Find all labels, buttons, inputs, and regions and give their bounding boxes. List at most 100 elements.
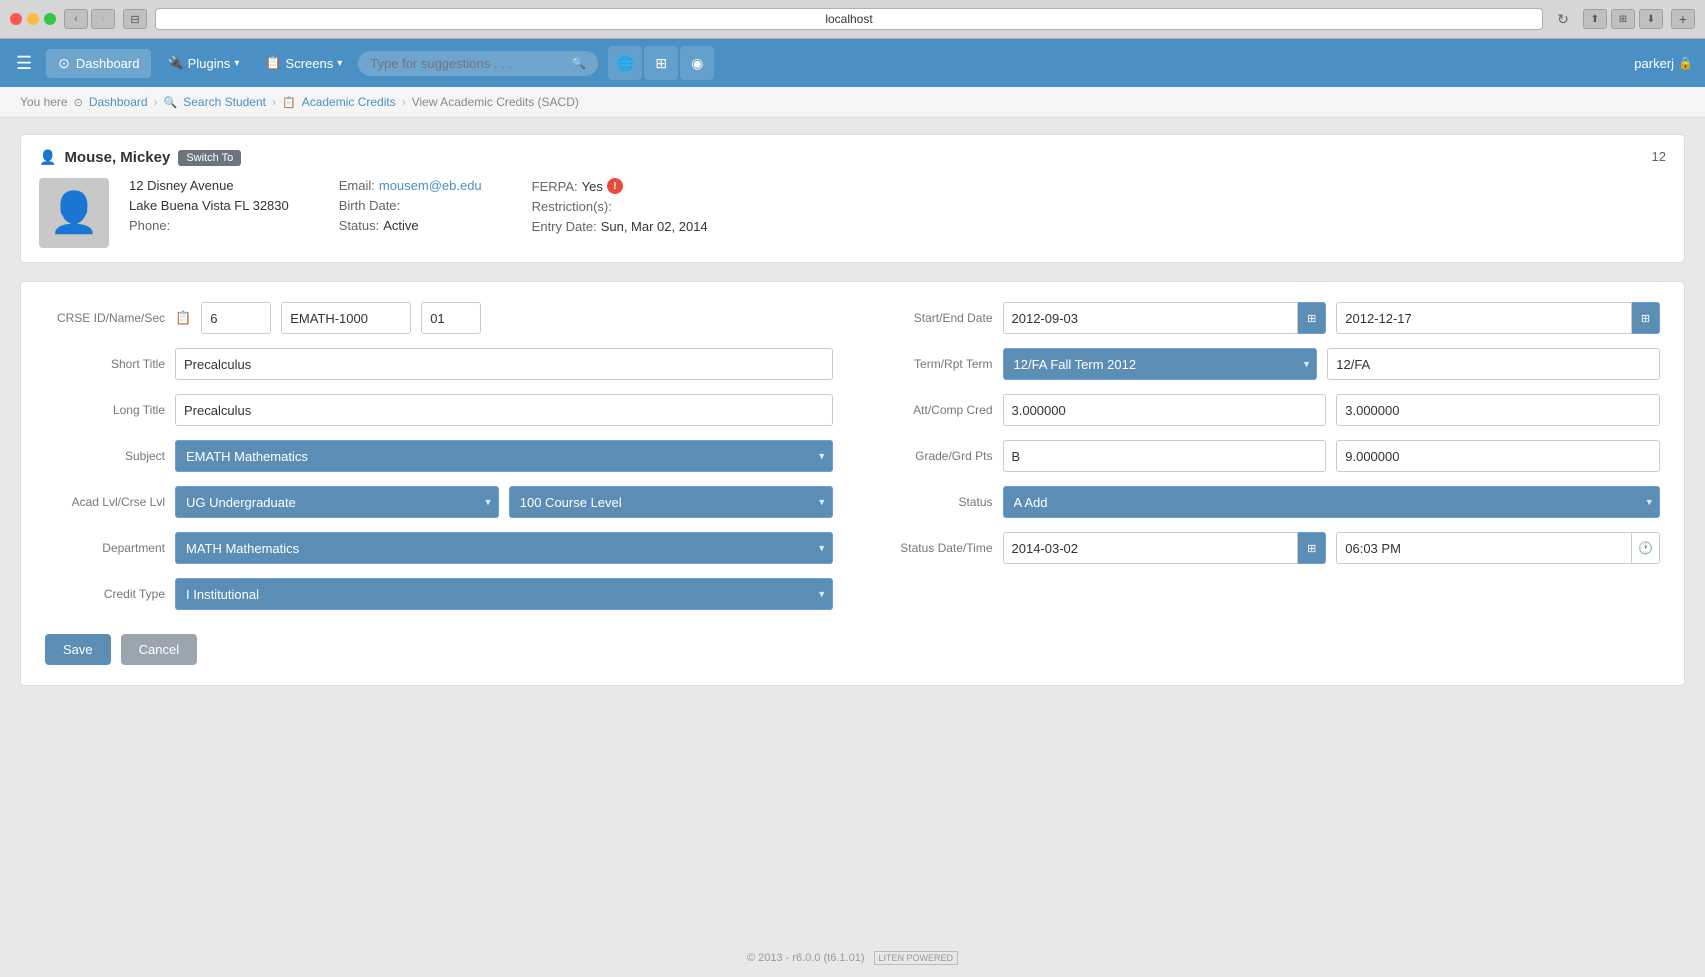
- breadcrumb-credits-icon: 📋: [282, 96, 296, 109]
- status-date-cal-btn[interactable]: ⊞: [1298, 532, 1326, 564]
- term-rpt-label: Term/Rpt Term: [873, 357, 993, 371]
- plugins-nav-label: Plugins: [188, 56, 231, 71]
- credit-type-row: Credit Type I Institutional ▾: [45, 578, 833, 610]
- acad-lvl-select[interactable]: UG Undergraduate: [175, 486, 499, 518]
- action-bar: Save Cancel: [45, 634, 1660, 665]
- email-link[interactable]: mousem@eb.edu: [379, 178, 482, 193]
- student-person-icon: 👤: [39, 149, 56, 166]
- term-select[interactable]: 12/FA Fall Term 2012: [1003, 348, 1318, 380]
- att-input[interactable]: [1003, 394, 1327, 426]
- term-rpt-row: Term/Rpt Term 12/FA Fall Term 2012 ▾: [873, 348, 1661, 380]
- student-info: 👤 12 Disney Avenue Lake Buena Vista FL 3…: [39, 178, 1666, 248]
- short-title-row: Short Title: [45, 348, 833, 380]
- breadcrumb-search-student[interactable]: Search Student: [183, 95, 266, 109]
- screens-nav-icon: 📋: [265, 55, 281, 71]
- plugins-nav-icon: 🔌: [167, 55, 183, 71]
- start-date-input[interactable]: [1003, 302, 1299, 334]
- student-address-col: 12 Disney Avenue Lake Buena Vista FL 328…: [129, 178, 289, 234]
- browser-download-btn[interactable]: ⬇: [1639, 9, 1663, 29]
- browser-forward-btn[interactable]: ›: [91, 9, 115, 29]
- status-cal-icon: ⊞: [1307, 542, 1316, 555]
- subject-label: Subject: [45, 449, 165, 463]
- crse-lvl-select[interactable]: 100 Course Level: [509, 486, 833, 518]
- term-select-wrapper: 12/FA Fall Term 2012 ▾: [1003, 348, 1318, 380]
- browser-nav-btns: ‹ ›: [64, 9, 115, 29]
- department-select[interactable]: MATH Mathematics: [175, 532, 833, 564]
- search-input[interactable]: [370, 56, 565, 71]
- crse-sec-input[interactable]: [421, 302, 481, 334]
- ferpa-label: FERPA:: [532, 179, 578, 194]
- student-ferpa-col: FERPA: Yes ! Restriction(s): Entry Date:…: [532, 178, 708, 234]
- footer: © 2013 - r6.0.0 (t6.1.01) LITEN POWERED: [0, 939, 1705, 977]
- status-select[interactable]: A Add: [1003, 486, 1661, 518]
- dot-green[interactable]: [44, 13, 56, 25]
- department-row: Department MATH Mathematics ▾: [45, 532, 833, 564]
- short-title-input[interactable]: [175, 348, 833, 380]
- phone-label: Phone:: [129, 218, 170, 233]
- browser-fullscreen-btn[interactable]: ⊞: [1611, 9, 1635, 29]
- entry-date-row: Entry Date: Sun, Mar 02, 2014: [532, 219, 708, 234]
- comp-input[interactable]: [1336, 394, 1660, 426]
- cal-icon: ⊞: [1307, 312, 1316, 325]
- end-date-cal-btn[interactable]: ⊞: [1632, 302, 1660, 334]
- nav-list-btn[interactable]: ⊞: [644, 46, 678, 80]
- breadcrumb-dashboard[interactable]: Dashboard: [89, 95, 148, 109]
- crse-id-input[interactable]: [201, 302, 271, 334]
- plugins-nav-btn[interactable]: 🔌 Plugins ▾: [157, 49, 249, 77]
- grade-input[interactable]: [1003, 440, 1327, 472]
- browser-chrome: ‹ › ⊟ localhost ↻ ⬆ ⊞ ⬇ +: [0, 0, 1705, 39]
- start-end-date-row: Start/End Date ⊞ ⊞: [873, 302, 1661, 334]
- browser-url-text: localhost: [825, 12, 872, 26]
- crse-row: CRSE ID/Name/Sec 📋: [45, 302, 833, 334]
- dashboard-nav-btn[interactable]: ⊙ Dashboard: [46, 49, 151, 78]
- breadcrumb-search-icon: 🔍: [164, 96, 178, 109]
- credit-type-label: Credit Type: [45, 587, 165, 601]
- restrictions-row: Restriction(s):: [532, 199, 708, 214]
- browser-share-btn[interactable]: ⬆: [1583, 9, 1607, 29]
- status-time-input[interactable]: [1336, 532, 1632, 564]
- nav-circle-btn[interactable]: ◉: [680, 46, 714, 80]
- end-date-input[interactable]: [1336, 302, 1632, 334]
- dot-yellow[interactable]: [27, 13, 39, 25]
- long-title-row: Long Title: [45, 394, 833, 426]
- status-date-input[interactable]: [1003, 532, 1299, 564]
- subject-select[interactable]: EMATH Mathematics: [175, 440, 833, 472]
- grade-pts-label: Grade/Grd Pts: [873, 449, 993, 463]
- status-date-label: Status Date/Time: [873, 541, 993, 555]
- browser-back-btn[interactable]: ‹: [64, 9, 88, 29]
- short-title-label: Short Title: [45, 357, 165, 371]
- email-row: Email: mousem@eb.edu: [339, 178, 482, 193]
- subject-row: Subject EMATH Mathematics ▾: [45, 440, 833, 472]
- credit-type-select[interactable]: I Institutional: [175, 578, 833, 610]
- crse-name-input[interactable]: [281, 302, 411, 334]
- dot-red[interactable]: [10, 13, 22, 25]
- screens-nav-btn[interactable]: 📋 Screens ▾: [255, 49, 352, 77]
- hamburger-btn[interactable]: ☰: [12, 49, 36, 78]
- long-title-input[interactable]: [175, 394, 833, 426]
- student-card: 👤 Mouse, Mickey Switch To 12 👤 12 Disney…: [20, 134, 1685, 263]
- nav-icon-group: 🌐 ⊞ ◉: [608, 46, 714, 80]
- grd-pts-input[interactable]: [1336, 440, 1660, 472]
- browser-refresh-btn[interactable]: ↻: [1551, 9, 1575, 29]
- footer-copyright: © 2013 - r6.0.0 (t6.1.01): [747, 952, 865, 964]
- form-right-col: Start/End Date ⊞ ⊞: [873, 302, 1661, 610]
- browser-new-tab-btn[interactable]: +: [1671, 9, 1695, 29]
- status-select-row: Status A Add ▾: [873, 486, 1661, 518]
- browser-layout-btn[interactable]: ⊟: [123, 9, 147, 29]
- breadcrumb-view-credits: View Academic Credits (SACD): [412, 95, 579, 109]
- rpt-term-input[interactable]: [1327, 348, 1660, 380]
- start-date-cal-btn[interactable]: ⊞: [1298, 302, 1326, 334]
- status-time-clock-btn[interactable]: 🕐: [1632, 532, 1660, 564]
- save-button[interactable]: Save: [45, 634, 111, 665]
- app-navbar: ☰ ⊙ Dashboard 🔌 Plugins ▾ 📋 Screens ▾ 🔍 …: [0, 39, 1705, 87]
- breadcrumb-academic-credits[interactable]: Academic Credits: [302, 95, 396, 109]
- screens-nav-label: Screens: [286, 56, 334, 71]
- crse-lvl-select-wrapper: 100 Course Level ▾: [509, 486, 833, 518]
- crse-copy-icon[interactable]: 📋: [175, 310, 191, 326]
- clock-icon: 🕐: [1638, 541, 1653, 555]
- grade-pts-row: Grade/Grd Pts: [873, 440, 1661, 472]
- nav-globe-btn[interactable]: 🌐: [608, 46, 642, 80]
- switch-to-btn[interactable]: Switch To: [178, 150, 241, 166]
- cancel-button[interactable]: Cancel: [121, 634, 197, 665]
- browser-url-bar[interactable]: localhost: [155, 8, 1543, 30]
